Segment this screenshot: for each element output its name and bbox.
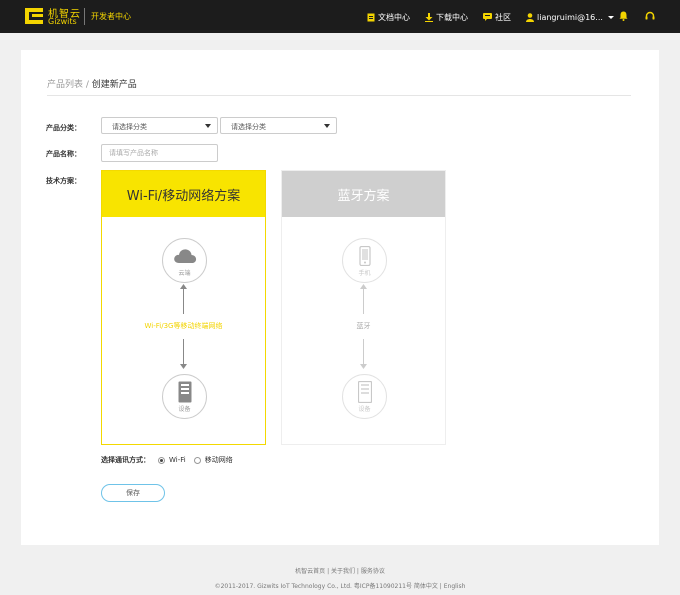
arrow-up <box>360 284 367 314</box>
create-product-card: 产品列表 / 创建新产品 产品分类： 请选择分类 请选择分类 产品名称： 技术方… <box>21 50 659 545</box>
logo-text-en: Gizwits <box>48 17 77 26</box>
user-menu[interactable]: liangruimi@16... <box>526 10 614 24</box>
device-node: 设备 <box>342 374 387 419</box>
breadcrumb-parent[interactable]: 产品列表 <box>47 80 83 90</box>
dev-center-link[interactable]: 开发者中心 <box>91 11 131 22</box>
product-name-label: 产品名称： <box>46 150 81 158</box>
device-icon <box>178 381 191 403</box>
bell-icon[interactable] <box>619 11 628 21</box>
category-select-secondary[interactable]: 请选择分类 <box>220 117 337 134</box>
nav-docs[interactable]: 文档中心 <box>367 10 410 24</box>
chat-icon <box>483 13 492 21</box>
breadcrumb-divider <box>47 95 631 96</box>
nav-download[interactable]: 下载中心 <box>425 10 468 24</box>
phone-node-label: 手机 <box>358 270 371 277</box>
device-icon <box>357 381 372 403</box>
logo-divider <box>84 8 85 25</box>
device-node: 设备 <box>162 374 207 419</box>
nav-community-label: 社区 <box>495 12 511 22</box>
top-nav-bar: 机智云 Gizwits 开发者中心 文档中心 下载中心 社区 liangruim… <box>0 0 680 33</box>
phone-node: 手机 <box>342 238 387 283</box>
comm-method-row: 选择通讯方式： Wi-Fi 移动网络 <box>101 455 241 465</box>
radio-mobile-label: 移动网络 <box>204 456 233 464</box>
user-icon <box>526 12 534 22</box>
product-name-input[interactable] <box>101 144 218 162</box>
tech-solution-label: 技术方案： <box>46 177 81 185</box>
radio-mobile-circle[interactable] <box>193 456 201 464</box>
gizwits-logo[interactable] <box>24 6 44 26</box>
breadcrumb-separator: / <box>83 80 92 90</box>
category-select-primary-value: 请选择分类 <box>112 123 147 131</box>
nav-download-label: 下载中心 <box>436 12 468 22</box>
user-name: liangruimi@16... <box>537 12 603 22</box>
document-icon <box>367 13 375 21</box>
download-icon <box>425 12 433 22</box>
nav-docs-label: 文档中心 <box>378 12 410 22</box>
bluetooth-solution-card[interactable]: 蓝牙方案 手机 蓝牙 设备 <box>281 170 446 445</box>
cloud-icon <box>173 249 196 263</box>
radio-mobile[interactable]: 移动网络 <box>193 455 233 465</box>
bluetooth-solution-title: 蓝牙方案 <box>282 171 445 217</box>
arrow-down <box>360 339 367 369</box>
chevron-down-icon <box>324 124 330 128</box>
breadcrumb-current: 创建新产品 <box>91 80 137 90</box>
arrow-down <box>180 339 187 369</box>
footer-copyright: ©2011-2017. Gizwits IoT Technology Co., … <box>214 583 466 590</box>
arrow-up <box>180 284 187 314</box>
chevron-down-icon <box>205 124 211 128</box>
category-select-secondary-value: 请选择分类 <box>231 123 266 131</box>
device-node-label: 设备 <box>358 406 371 413</box>
device-node-label: 设备 <box>178 406 191 413</box>
wifi-link-label: Wi-Fi/3G等移动终端网络 <box>144 322 223 330</box>
save-button[interactable]: 保存 <box>101 484 165 502</box>
phone-icon <box>358 246 371 266</box>
bluetooth-link-label: 蓝牙 <box>356 322 371 330</box>
footer-links[interactable]: 机智云首页 | 关于我们 | 服务协议 <box>0 566 680 575</box>
radio-wifi-label: Wi-Fi <box>169 456 186 464</box>
cloud-node-label: 云端 <box>178 270 191 277</box>
radio-wifi-circle[interactable] <box>158 456 165 464</box>
headset-icon[interactable] <box>645 11 655 21</box>
wifi-solution-card[interactable]: Wi-Fi/移动网络方案 云端 Wi-Fi/3G等移动终端网络 设备 <box>101 170 266 445</box>
radio-wifi[interactable]: Wi-Fi <box>158 456 186 464</box>
category-select-primary[interactable]: 请选择分类 <box>101 117 218 134</box>
nav-community[interactable]: 社区 <box>483 10 511 24</box>
cloud-node: 云端 <box>162 238 207 283</box>
chevron-down-icon <box>607 15 614 19</box>
wifi-solution-title: Wi-Fi/移动网络方案 <box>102 171 265 217</box>
category-label: 产品分类： <box>46 124 81 132</box>
breadcrumb: 产品列表 / 创建新产品 <box>47 77 137 90</box>
comm-method-label: 选择通讯方式： <box>101 456 150 464</box>
